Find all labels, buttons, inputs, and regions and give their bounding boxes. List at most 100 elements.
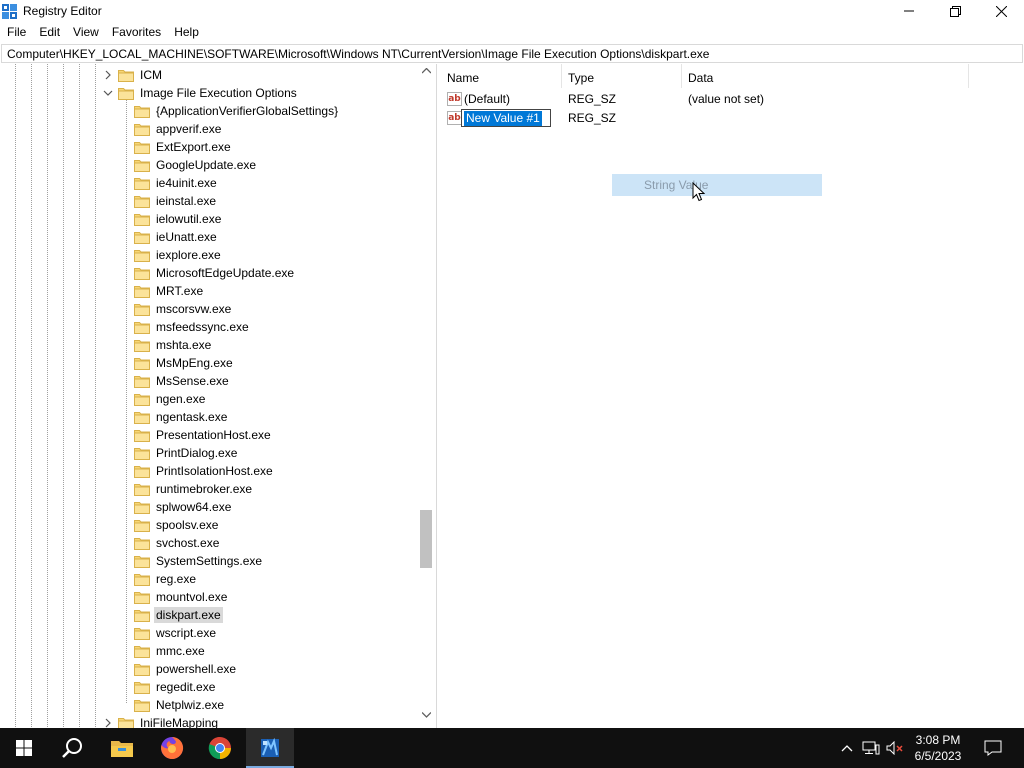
registry-editor-taskbar-button[interactable]	[246, 728, 294, 768]
tree-item[interactable]: splwow64.exe	[134, 498, 233, 516]
tree-item-label: wscript.exe	[156, 626, 217, 640]
tree-item[interactable]: iexplore.exe	[134, 246, 223, 264]
collapsed-chevron-icon[interactable]	[103, 70, 113, 80]
value-type: REG_SZ	[568, 92, 617, 106]
tree-item[interactable]: msfeedssync.exe	[134, 318, 251, 336]
search-button[interactable]	[48, 728, 96, 768]
tree-item[interactable]: diskpart.exe	[134, 606, 223, 624]
tree-item[interactable]: IniFileMapping	[118, 714, 220, 728]
tree-item[interactable]: MRT.exe	[134, 282, 205, 300]
folder-icon	[134, 411, 150, 424]
folder-icon	[134, 321, 150, 334]
clock-time: 3:08 PM	[915, 733, 961, 747]
tree-item[interactable]: mountvol.exe	[134, 588, 229, 606]
tree-item-label: runtimebroker.exe	[156, 482, 253, 496]
mouse-cursor-icon	[692, 182, 705, 202]
address-bar[interactable]: Computer\HKEY_LOCAL_MACHINE\SOFTWARE\Mic…	[1, 44, 1023, 63]
file-explorer-button[interactable]	[98, 728, 146, 768]
chrome-button[interactable]	[196, 728, 244, 768]
tree-item-label: msfeedssync.exe	[156, 320, 249, 334]
folder-icon	[134, 231, 150, 244]
tree-item[interactable]: MsMpEng.exe	[134, 354, 235, 372]
value-row[interactable]: ab (Default) REG_SZ (value not set)	[441, 90, 1024, 109]
menu-view[interactable]: View	[66, 23, 105, 43]
maximize-button[interactable]	[932, 0, 978, 22]
tree-item[interactable]: svchost.exe	[134, 534, 221, 552]
tree-item[interactable]: mshta.exe	[134, 336, 213, 354]
firefox-button[interactable]	[148, 728, 196, 768]
close-button[interactable]	[978, 0, 1024, 22]
folder-icon	[134, 267, 150, 280]
tree-item[interactable]: ieinstal.exe	[134, 192, 218, 210]
collapsed-chevron-icon[interactable]	[103, 718, 113, 728]
tree-item[interactable]: PrintIsolationHost.exe	[134, 462, 275, 480]
tree-item[interactable]: mmc.exe	[134, 642, 207, 660]
tree-item-label: powershell.exe	[156, 662, 237, 676]
show-hidden-icons-button[interactable]	[838, 728, 856, 768]
firefox-icon	[161, 736, 184, 759]
tree-item[interactable]: mscorsvw.exe	[134, 300, 233, 318]
tree-item[interactable]: ngentask.exe	[134, 408, 229, 426]
chevron-up-icon	[841, 745, 853, 752]
menu-edit[interactable]: Edit	[32, 23, 66, 43]
taskbar-clock[interactable]: 3:08 PM 6/5/2023	[906, 732, 970, 764]
tree-item[interactable]: powershell.exe	[134, 660, 238, 678]
tree-item[interactable]: {ApplicationVerifierGlobalSettings}	[134, 102, 340, 120]
tree-item[interactable]: ie4uinit.exe	[134, 174, 219, 192]
scroll-up-icon[interactable]	[422, 68, 431, 74]
tree-item[interactable]: Image File Execution Options	[118, 84, 299, 102]
volume-tray-button[interactable]	[884, 728, 906, 768]
taskbar: 3:08 PM 6/5/2023	[0, 728, 1024, 768]
tree-item[interactable]: runtimebroker.exe	[134, 480, 254, 498]
menu-favorites[interactable]: Favorites	[105, 23, 167, 43]
tree-item[interactable]: spoolsv.exe	[134, 516, 220, 534]
menu-file[interactable]: File	[0, 23, 32, 43]
tree-item[interactable]: reg.exe	[134, 570, 198, 588]
values-pane[interactable]: Name Type Data ab (Default) REG_SZ (valu…	[441, 64, 1024, 728]
tree-item[interactable]: MicrosoftEdgeUpdate.exe	[134, 264, 296, 282]
folder-icon	[134, 465, 150, 478]
tree-item[interactable]: Netplwiz.exe	[134, 696, 226, 714]
folder-icon	[134, 249, 150, 262]
tree-item[interactable]: ICM	[118, 66, 164, 84]
key-tree-pane[interactable]: ICM Image File Execution Options {Applicat…	[0, 64, 437, 728]
tree-item[interactable]: SystemSettings.exe	[134, 552, 264, 570]
column-header-data[interactable]: Data	[682, 64, 969, 88]
start-button[interactable]	[0, 728, 48, 768]
context-menu-fading-item: String Value	[612, 174, 822, 196]
tree-item[interactable]: ngen.exe	[134, 390, 207, 408]
tree-item-label: mscorsvw.exe	[156, 302, 232, 316]
tree-vertical-scrollbar[interactable]	[418, 64, 435, 728]
action-center-button[interactable]	[978, 728, 1008, 768]
menu-help[interactable]: Help	[167, 23, 205, 43]
scroll-down-icon[interactable]	[422, 712, 431, 718]
windows-start-icon	[16, 740, 32, 756]
tree-item-label: SystemSettings.exe	[156, 554, 263, 568]
tree-item-label: {ApplicationVerifierGlobalSettings}	[156, 104, 339, 118]
tree-item[interactable]: ieUnatt.exe	[134, 228, 219, 246]
tree-item[interactable]: GoogleUpdate.exe	[134, 156, 258, 174]
folder-icon	[134, 375, 150, 388]
expanded-chevron-icon[interactable]	[103, 88, 113, 98]
tree-item[interactable]: appverif.exe	[134, 120, 223, 138]
rename-value-input[interactable]: New Value #1	[461, 109, 551, 127]
tree-item[interactable]: PresentationHost.exe	[134, 426, 273, 444]
tree-item[interactable]: PrintDialog.exe	[134, 444, 239, 462]
tree-item[interactable]: ielowutil.exe	[134, 210, 223, 228]
tree-item[interactable]: regedit.exe	[134, 678, 217, 696]
volume-muted-icon	[886, 741, 903, 755]
tree-item-label: svchost.exe	[156, 536, 220, 550]
value-row[interactable]: ab New Value #1 REG_SZ	[441, 109, 1024, 128]
search-icon	[62, 738, 82, 758]
network-tray-button[interactable]	[860, 728, 882, 768]
tree-item-label: iexplore.exe	[156, 248, 221, 262]
scrollbar-thumb[interactable]	[420, 510, 432, 568]
folder-icon	[134, 573, 150, 586]
column-header-name[interactable]: Name	[441, 64, 562, 88]
tree-item[interactable]: wscript.exe	[134, 624, 218, 642]
minimize-button[interactable]	[886, 0, 932, 22]
tree-item[interactable]: MsSense.exe	[134, 372, 231, 390]
column-header-type[interactable]: Type	[562, 64, 682, 88]
tree-item[interactable]: ExtExport.exe	[134, 138, 233, 156]
tree-item-label: MsSense.exe	[156, 374, 229, 388]
